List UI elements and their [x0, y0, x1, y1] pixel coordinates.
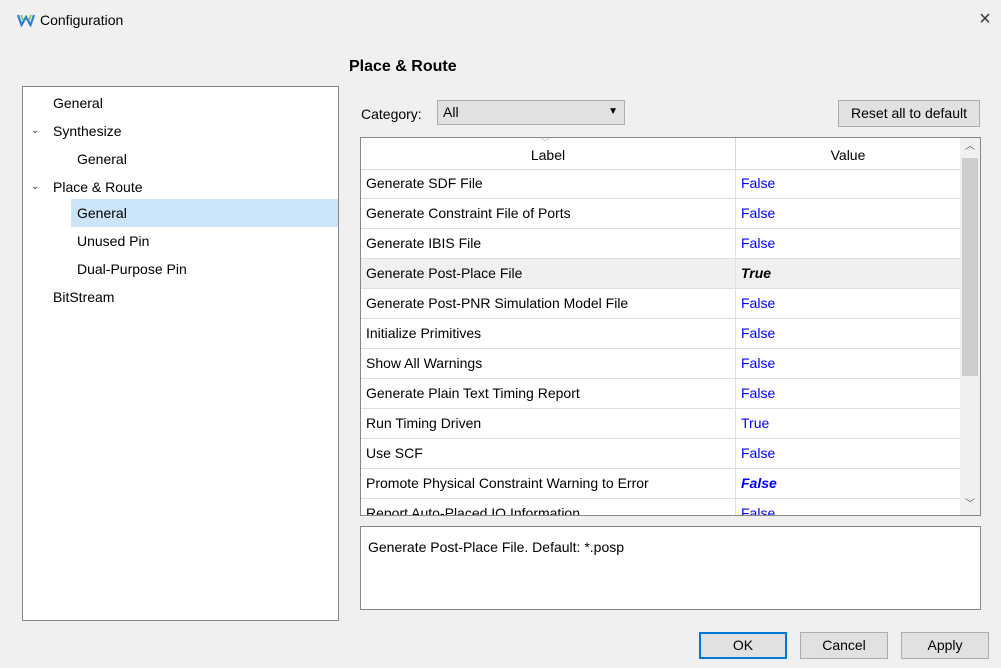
- window-title: Configuration: [40, 12, 124, 28]
- title-bar: Configuration ×: [0, 0, 1001, 44]
- row-value[interactable]: False: [741, 439, 775, 468]
- tree-item-label: General: [53, 95, 103, 111]
- tree-item-label: Unused Pin: [77, 233, 150, 249]
- table-row[interactable]: Generate Plain Text Timing Report False: [361, 379, 960, 409]
- tree-item-general[interactable]: General: [23, 89, 338, 117]
- column-divider: [735, 499, 736, 515]
- close-icon[interactable]: ×: [975, 9, 995, 29]
- row-value[interactable]: True: [741, 259, 771, 288]
- column-divider: [735, 409, 736, 439]
- column-divider: [735, 469, 736, 499]
- column-divider: [735, 169, 736, 199]
- row-value[interactable]: False: [741, 469, 777, 498]
- gowin-logo-icon: [17, 14, 35, 27]
- row-label: Report Auto-Placed IO Information: [366, 505, 580, 516]
- tree-item-place-route[interactable]: ⌄ Place & Route: [23, 173, 338, 201]
- table-row[interactable]: Generate Post-PNR Simulation Model File …: [361, 289, 960, 319]
- sort-indicator-icon: ﹀: [541, 138, 549, 147]
- tree-item-synthesize[interactable]: ⌄ Synthesize: [23, 117, 338, 145]
- settings-tree[interactable]: General ⌄ Synthesize General ⌄ Place & R…: [22, 86, 339, 621]
- chevron-down-icon[interactable]: ⌄: [31, 173, 43, 201]
- vertical-scrollbar[interactable]: ︿ ﹀: [960, 138, 980, 515]
- column-divider: [735, 199, 736, 229]
- table-row[interactable]: Generate Constraint File of Ports False: [361, 199, 960, 229]
- table-row[interactable]: Initialize Primitives False: [361, 319, 960, 349]
- column-header-label-text: Label: [530, 147, 566, 163]
- row-label: Promote Physical Constraint Warning to E…: [366, 475, 649, 491]
- column-header-label[interactable]: ﹀ Label: [361, 138, 736, 169]
- column-divider: [735, 349, 736, 379]
- tree-item-label: Synthesize: [53, 123, 122, 139]
- tree-item-label: General: [77, 205, 127, 221]
- column-divider: [735, 319, 736, 349]
- row-label: Generate Constraint File of Ports: [366, 205, 571, 221]
- tree-item-label: General: [77, 151, 127, 167]
- page-title: Place & Route: [349, 58, 457, 75]
- reset-all-button[interactable]: Reset all to default: [838, 100, 980, 127]
- chevron-down-icon[interactable]: ⌄: [31, 117, 43, 145]
- scroll-up-icon[interactable]: ︿: [960, 138, 980, 156]
- table-row[interactable]: Promote Physical Constraint Warning to E…: [361, 469, 960, 499]
- description-text: Generate Post-Place File. Default: *.pos…: [368, 539, 625, 555]
- category-select[interactable]: All ▼: [437, 100, 625, 125]
- description-box: Generate Post-Place File. Default: *.pos…: [360, 526, 981, 610]
- category-label: Category:: [361, 106, 422, 122]
- tree-item-unused-pin[interactable]: Unused Pin: [23, 227, 338, 255]
- column-divider: [735, 289, 736, 319]
- table-row[interactable]: Use SCF False: [361, 439, 960, 469]
- table-row[interactable]: Generate IBIS File False: [361, 229, 960, 259]
- tree-item-synthesize-general[interactable]: General: [23, 145, 338, 173]
- scroll-down-icon[interactable]: ﹀: [960, 496, 980, 514]
- row-value[interactable]: False: [741, 499, 775, 515]
- row-label: Generate Post-PNR Simulation Model File: [366, 295, 629, 311]
- tree-item-label: BitStream: [53, 289, 115, 305]
- row-value[interactable]: False: [741, 349, 775, 378]
- column-header-value[interactable]: Value: [736, 138, 960, 169]
- grid-header: ﹀ Label Value: [361, 138, 960, 170]
- row-value[interactable]: False: [741, 229, 775, 258]
- row-value[interactable]: False: [741, 289, 775, 318]
- column-divider: [735, 229, 736, 259]
- dropdown-arrow-icon: ▼: [608, 106, 618, 117]
- row-label: Show All Warnings: [366, 355, 483, 371]
- row-label: Generate SDF File: [366, 175, 483, 191]
- row-value[interactable]: True: [741, 409, 769, 438]
- tree-item-label: Place & Route: [53, 179, 143, 195]
- row-value[interactable]: False: [741, 379, 775, 408]
- row-value[interactable]: False: [741, 199, 775, 228]
- tree-item-bitstream[interactable]: BitStream: [23, 283, 338, 311]
- scrollbar-thumb[interactable]: [962, 158, 978, 376]
- tree-item-label: Dual-Purpose Pin: [77, 261, 187, 277]
- property-grid: ﹀ Label Value Generate SDF File False Ge…: [360, 137, 981, 516]
- row-label: Generate Post-Place File: [366, 265, 523, 281]
- table-row[interactable]: Run Timing Driven True: [361, 409, 960, 439]
- apply-button[interactable]: Apply: [901, 632, 989, 659]
- tree-item-place-route-general[interactable]: General: [71, 199, 338, 227]
- row-label: Generate Plain Text Timing Report: [366, 385, 580, 401]
- table-row[interactable]: Generate SDF File False: [361, 169, 960, 199]
- row-label: Use SCF: [366, 445, 423, 461]
- row-label: Initialize Primitives: [366, 325, 482, 341]
- category-value: All: [443, 104, 459, 120]
- table-row[interactable]: Report Auto-Placed IO Information False: [361, 499, 960, 516]
- row-value[interactable]: False: [741, 169, 775, 198]
- ok-button[interactable]: OK: [699, 632, 787, 659]
- column-divider: [735, 379, 736, 409]
- cancel-button[interactable]: Cancel: [800, 632, 888, 659]
- table-row[interactable]: Show All Warnings False: [361, 349, 960, 379]
- table-row-selected[interactable]: Generate Post-Place File True: [361, 259, 960, 289]
- tree-item-dual-purpose-pin[interactable]: Dual-Purpose Pin: [23, 255, 338, 283]
- row-label: Run Timing Driven: [366, 415, 482, 431]
- row-value[interactable]: False: [741, 319, 775, 348]
- column-divider: [735, 259, 736, 289]
- column-divider: [735, 439, 736, 469]
- row-label: Generate IBIS File: [366, 235, 482, 251]
